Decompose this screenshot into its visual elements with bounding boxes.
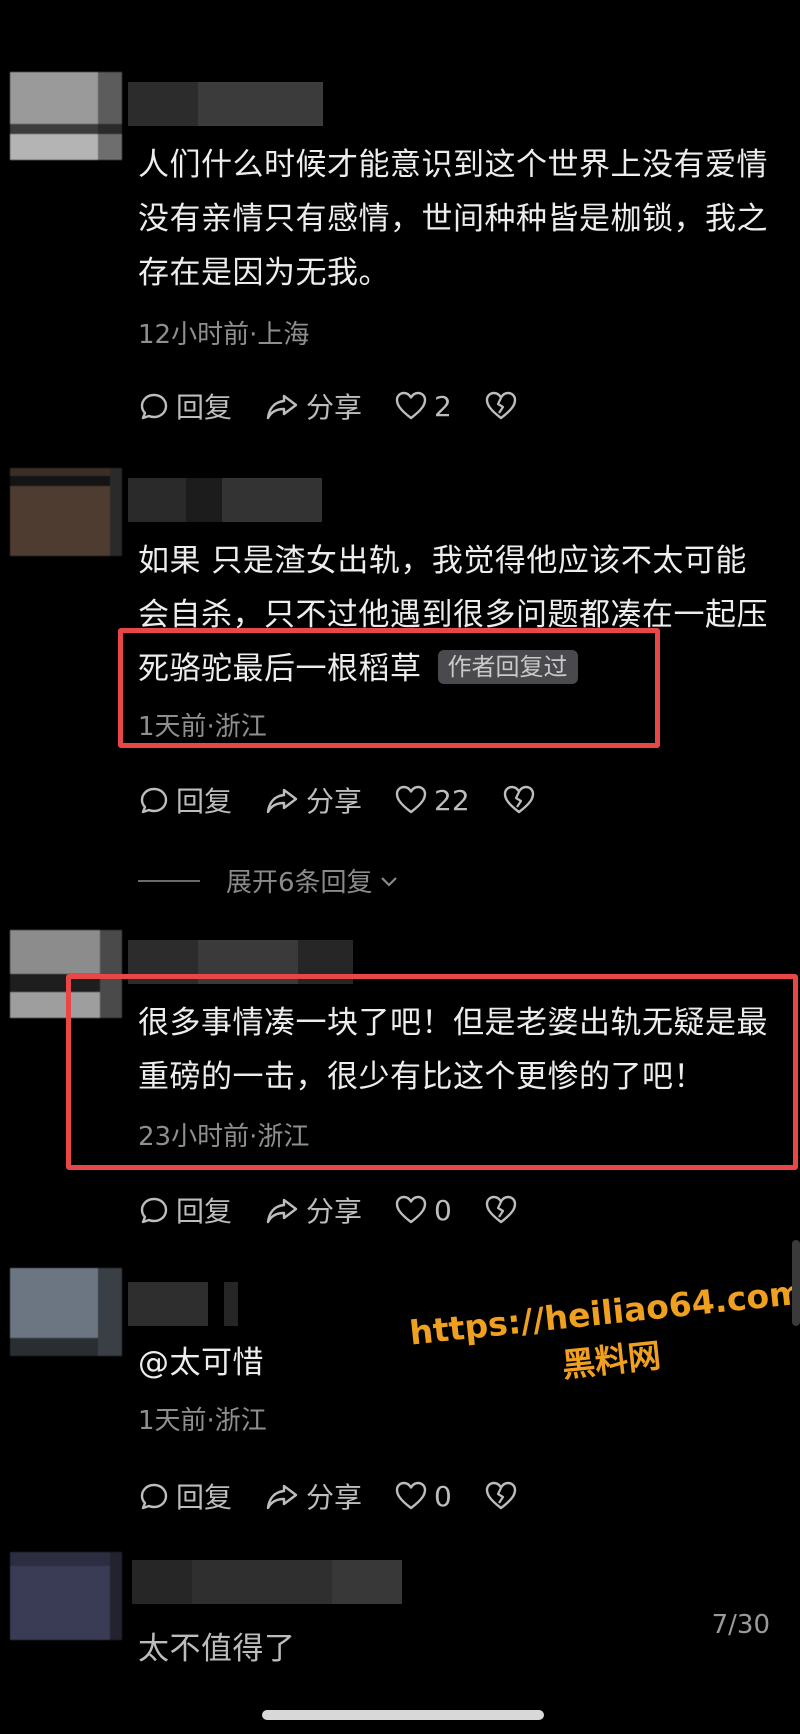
reply-icon [140,787,168,814]
like-count: 2 [434,389,452,423]
chevron-down-icon [380,876,397,887]
dislike-button[interactable] [484,1194,524,1226]
like-count: 0 [434,1479,452,1513]
avatar[interactable] [10,1268,122,1356]
share-label: 分享 [306,391,363,424]
comment-actions: 回复 分享 0 [138,1190,556,1230]
reply-button[interactable]: 回复 [138,1190,232,1230]
reply-button[interactable]: 回复 [138,386,232,426]
comment-text: 太不值得了 [138,1631,296,1667]
broken-heart-icon [485,391,517,420]
comment-text: 人们什么时候才能意识到这个世界上没有爱情没有亲情只有感情，世间种种皆是枷锁，我之… [138,147,768,291]
heart-icon [395,391,427,420]
share-icon [266,394,298,420]
comment-meta: 1天前·浙江 [138,712,267,742]
avatar[interactable] [10,468,122,556]
share-label: 分享 [306,785,363,818]
reply-icon [140,1197,168,1224]
share-label: 分享 [306,1481,363,1514]
like-count: 22 [434,783,470,817]
comment-screen: 人们什么时候才能意识到这个世界上没有爱情没有亲情只有感情，世间种种皆是枷锁，我之… [0,0,800,1734]
reply-label: 回复 [176,1481,233,1514]
avatar[interactable] [10,1552,122,1640]
comment-actions: 回复 分享 2 [138,386,556,426]
share-button[interactable]: 分享 [264,1190,362,1230]
reply-button[interactable]: 回复 [138,1476,232,1516]
comment-text: 很多事情凑一块了吧！但是老婆出轨无疑是最重磅的一击，很少有比这个更惨的了吧！ [138,1005,768,1095]
like-button[interactable]: 2 [394,390,452,423]
comment-text: 如果 只是渣女出轨，我觉得他应该不太可能会自杀，只不过他遇到很多问题都凑在一起压… [138,534,778,696]
reply-icon [140,1483,168,1510]
share-button[interactable]: 分享 [264,1476,362,1516]
like-button[interactable]: 0 [394,1194,452,1227]
expand-replies-label: 展开6条回复 [226,868,373,898]
share-button[interactable]: 分享 [264,386,362,426]
dislike-button[interactable] [484,390,524,422]
reply-icon [140,393,168,420]
like-button[interactable]: 22 [394,784,470,817]
page-counter: 7/30 [711,1610,770,1640]
expand-divider [138,879,200,882]
heart-icon [395,1481,427,1510]
like-count: 0 [434,1193,452,1227]
scrollbar-thumb[interactable] [792,1240,800,1326]
share-icon [266,1198,298,1224]
avatar[interactable] [10,72,122,160]
broken-heart-icon [503,785,534,814]
home-indicator[interactable] [262,1710,544,1720]
comment-actions: 回复 分享 0 [138,1476,556,1516]
share-label: 分享 [306,1195,363,1228]
comment-meta: 23小时前·浙江 [138,1122,310,1152]
reply-button[interactable]: 回复 [138,780,232,820]
author-replied-badge: 作者回复过 [437,650,578,684]
comment-actions: 回复 分享 22 [138,780,574,820]
dislike-button[interactable] [502,784,542,816]
heart-icon [395,785,427,814]
heart-icon [395,1195,427,1224]
broken-heart-icon [485,1481,517,1510]
reply-label: 回复 [176,391,233,424]
comment-meta: 1天前·浙江 [138,1406,267,1436]
share-button[interactable]: 分享 [264,780,362,820]
share-icon [266,788,298,814]
reply-label: 回复 [176,785,233,818]
avatar[interactable] [10,930,122,1018]
expand-replies[interactable]: 展开6条回复 [138,862,401,899]
comment-meta: 12小时前·上海 [138,320,310,350]
dislike-button[interactable] [484,1480,524,1512]
share-icon [266,1484,298,1510]
reply-label: 回复 [176,1195,233,1228]
broken-heart-icon [485,1195,517,1224]
like-button[interactable]: 0 [394,1480,452,1513]
